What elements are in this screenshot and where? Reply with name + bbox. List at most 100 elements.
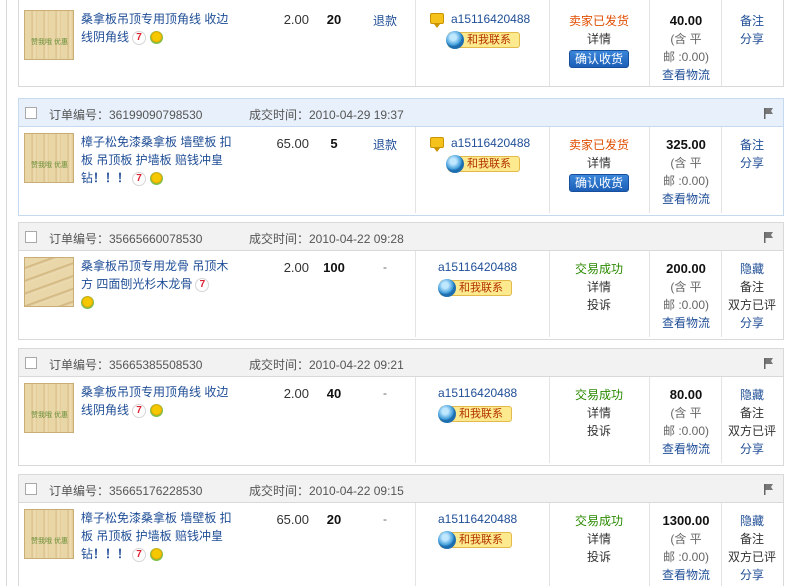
seller-name-link[interactable]: a15116420488: [451, 12, 530, 26]
seller-name-link[interactable]: a15116420488: [438, 386, 517, 400]
order-total: 200.00: [666, 261, 706, 276]
product-title[interactable]: 樟子松免漆桑拿板 墙壁板 扣 板 吊顶板 护墙板 赔钱冲皇 钻！！！ 7: [81, 509, 241, 563]
complain-link[interactable]: 投诉: [554, 422, 644, 440]
order-amount: 200.00 (含 平 邮 :0.00) 查看物流: [655, 260, 717, 332]
order-body: 赞我哦 优惠 桑拿板吊顶专用顶角线 收边 线阴角线 7 2.00 40 - a15…: [19, 377, 783, 463]
seller-name-link[interactable]: a15116420488: [438, 512, 517, 526]
order-body: 赞我哦 优惠 桑拿板吊顶专用顶角线 收边 线阴角线 7 2.00 20 退款 a1…: [19, 0, 783, 86]
product-thumbnail[interactable]: 赞我哦 优惠: [24, 10, 74, 60]
rated-status: 双方已评: [727, 550, 776, 564]
order-operations: 隐藏 备注 双方已评 分享: [727, 386, 777, 458]
complain-link[interactable]: 投诉: [554, 296, 644, 314]
order-header: 订单编号：35665176228530 成交时间：2010-04-22 09:1…: [19, 475, 783, 503]
note-link[interactable]: 备注: [727, 12, 777, 30]
seven-day-return-icon: 7: [132, 403, 147, 418]
order-status: 交易成功 详情 投诉: [554, 512, 644, 566]
order-card: 订单编号：35665660078530 成交时间：2010-04-22 09:2…: [18, 222, 784, 340]
order-body: 赞我哦 优惠 樟子松免漆桑拿板 墙壁板 扣 板 吊顶板 护墙板 赔钱冲皇 钻！！…: [19, 503, 783, 586]
wangwang-icon: [446, 155, 464, 173]
product-thumbnail[interactable]: 赞我哦 优惠: [24, 133, 74, 183]
refund-link[interactable]: 退款: [361, 12, 409, 29]
hide-link[interactable]: 隐藏: [727, 260, 777, 278]
note-link[interactable]: 备注: [727, 530, 777, 548]
flag-icon[interactable]: [763, 231, 775, 243]
order-header: 订单编号：35665385508530 成交时间：2010-04-22 09:2…: [19, 349, 783, 377]
shipping-info: 邮 :0.00): [662, 298, 710, 312]
flag-icon[interactable]: [763, 483, 775, 495]
contact-seller-button[interactable]: 和我联系: [446, 155, 520, 173]
share-link[interactable]: 分享: [727, 566, 777, 584]
status-text: 交易成功: [574, 514, 623, 528]
quantity: 5: [330, 136, 338, 151]
product-title[interactable]: 桑拿板吊顶专用龙骨 吊顶木 方 四面刨光杉木龙骨 7: [81, 257, 241, 311]
order-checkbox[interactable]: [25, 357, 37, 369]
order-operations: 备注 分享: [727, 12, 777, 48]
order-number: 订单编号：35665385508530: [49, 358, 203, 372]
contact-seller-button[interactable]: 和我联系: [446, 31, 520, 49]
share-link[interactable]: 分享: [727, 440, 777, 458]
view-logistics-link[interactable]: 查看物流: [662, 192, 710, 206]
note-link[interactable]: 备注: [727, 278, 777, 296]
share-link[interactable]: 分享: [727, 314, 777, 332]
view-logistics-link[interactable]: 查看物流: [662, 68, 710, 82]
order-card: 订单编号：35665385508530 成交时间：2010-04-22 09:2…: [18, 348, 784, 466]
refund-link[interactable]: 退款: [361, 136, 409, 153]
left-edge-line: [6, 0, 7, 586]
message-icon[interactable]: [430, 137, 444, 152]
product-thumbnail[interactable]: 赞我哦 优惠: [24, 509, 74, 559]
shipping-info: (含 平: [670, 32, 702, 46]
product-title[interactable]: 桑拿板吊顶专用顶角线 收边 线阴角线 7: [81, 10, 241, 46]
detail-link[interactable]: 详情: [554, 278, 644, 296]
order-amount: 80.00 (含 平 邮 :0.00) 查看物流: [655, 386, 717, 458]
seven-day-return-icon: 7: [132, 171, 147, 186]
contact-seller-button[interactable]: 和我联系: [438, 279, 512, 297]
order-time: 成交时间：2010-04-22 09:21: [249, 358, 404, 372]
seller-name-link[interactable]: a15116420488: [451, 136, 530, 150]
order-list-page: 赞我哦 优惠 桑拿板吊顶专用顶角线 收边 线阴角线 7 2.00 20 退款 a1…: [0, 0, 792, 586]
order-status: 交易成功 详情 投诉: [554, 260, 644, 314]
order-number: 订单编号：36199090798530: [49, 108, 203, 122]
quantity: 20: [326, 12, 342, 27]
confirm-receipt-button[interactable]: 确认收货: [569, 50, 629, 68]
product-title[interactable]: 桑拿板吊顶专用顶角线 收边 线阴角线 7: [81, 383, 241, 419]
order-amount: 1300.00 (含 平 邮 :0.00) 查看物流: [655, 512, 717, 584]
detail-link[interactable]: 详情: [554, 30, 644, 48]
product-thumbnail[interactable]: 赞我哦 优惠: [24, 383, 74, 433]
contact-seller-button[interactable]: 和我联系: [438, 531, 512, 549]
order-checkbox[interactable]: [25, 231, 37, 243]
order-header: 订单编号：36199090798530 成交时间：2010-04-29 19:3…: [19, 99, 783, 127]
order-number: 订单编号：35665176228530: [49, 484, 203, 498]
unit-price: 2.00: [283, 12, 309, 27]
order-body: 桑拿板吊顶专用龙骨 吊顶木 方 四面刨光杉木龙骨 7 2.00 100 - a15…: [19, 251, 783, 337]
order-checkbox[interactable]: [25, 107, 37, 119]
share-link[interactable]: 分享: [727, 154, 777, 172]
view-logistics-link[interactable]: 查看物流: [662, 568, 710, 582]
confirm-receipt-button[interactable]: 确认收货: [569, 174, 629, 192]
unit-price: 65.00: [276, 512, 309, 527]
product-thumbnail[interactable]: [24, 257, 74, 307]
complain-link[interactable]: 投诉: [554, 548, 644, 566]
detail-link[interactable]: 详情: [554, 530, 644, 548]
order-partial-top: 赞我哦 优惠 桑拿板吊顶专用顶角线 收边 线阴角线 7 2.00 20 退款 a1…: [18, 0, 784, 87]
detail-link[interactable]: 详情: [554, 154, 644, 172]
share-link[interactable]: 分享: [727, 30, 777, 48]
hide-link[interactable]: 隐藏: [727, 386, 777, 404]
shipping-info: 邮 :0.00): [662, 50, 710, 64]
product-title[interactable]: 樟子松免漆桑拿板 墙壁板 扣 板 吊顶板 护墙板 赔钱冲皇 钻！！！ 7: [81, 133, 241, 187]
order-checkbox[interactable]: [25, 483, 37, 495]
flag-icon[interactable]: [763, 357, 775, 369]
hide-link[interactable]: 隐藏: [727, 512, 777, 530]
view-logistics-link[interactable]: 查看物流: [662, 316, 710, 330]
detail-link[interactable]: 详情: [554, 404, 644, 422]
rated-status: 双方已评: [727, 424, 776, 438]
seller-name-link[interactable]: a15116420488: [438, 260, 517, 274]
quantity: 20: [326, 512, 342, 527]
contact-seller-button[interactable]: 和我联系: [438, 405, 512, 423]
message-icon[interactable]: [430, 13, 444, 28]
view-logistics-link[interactable]: 查看物流: [662, 442, 710, 456]
refund-placeholder: -: [383, 260, 387, 274]
note-link[interactable]: 备注: [727, 136, 777, 154]
flag-icon[interactable]: [763, 107, 775, 119]
note-link[interactable]: 备注: [727, 404, 777, 422]
order-time: 成交时间：2010-04-22 09:28: [249, 232, 404, 246]
